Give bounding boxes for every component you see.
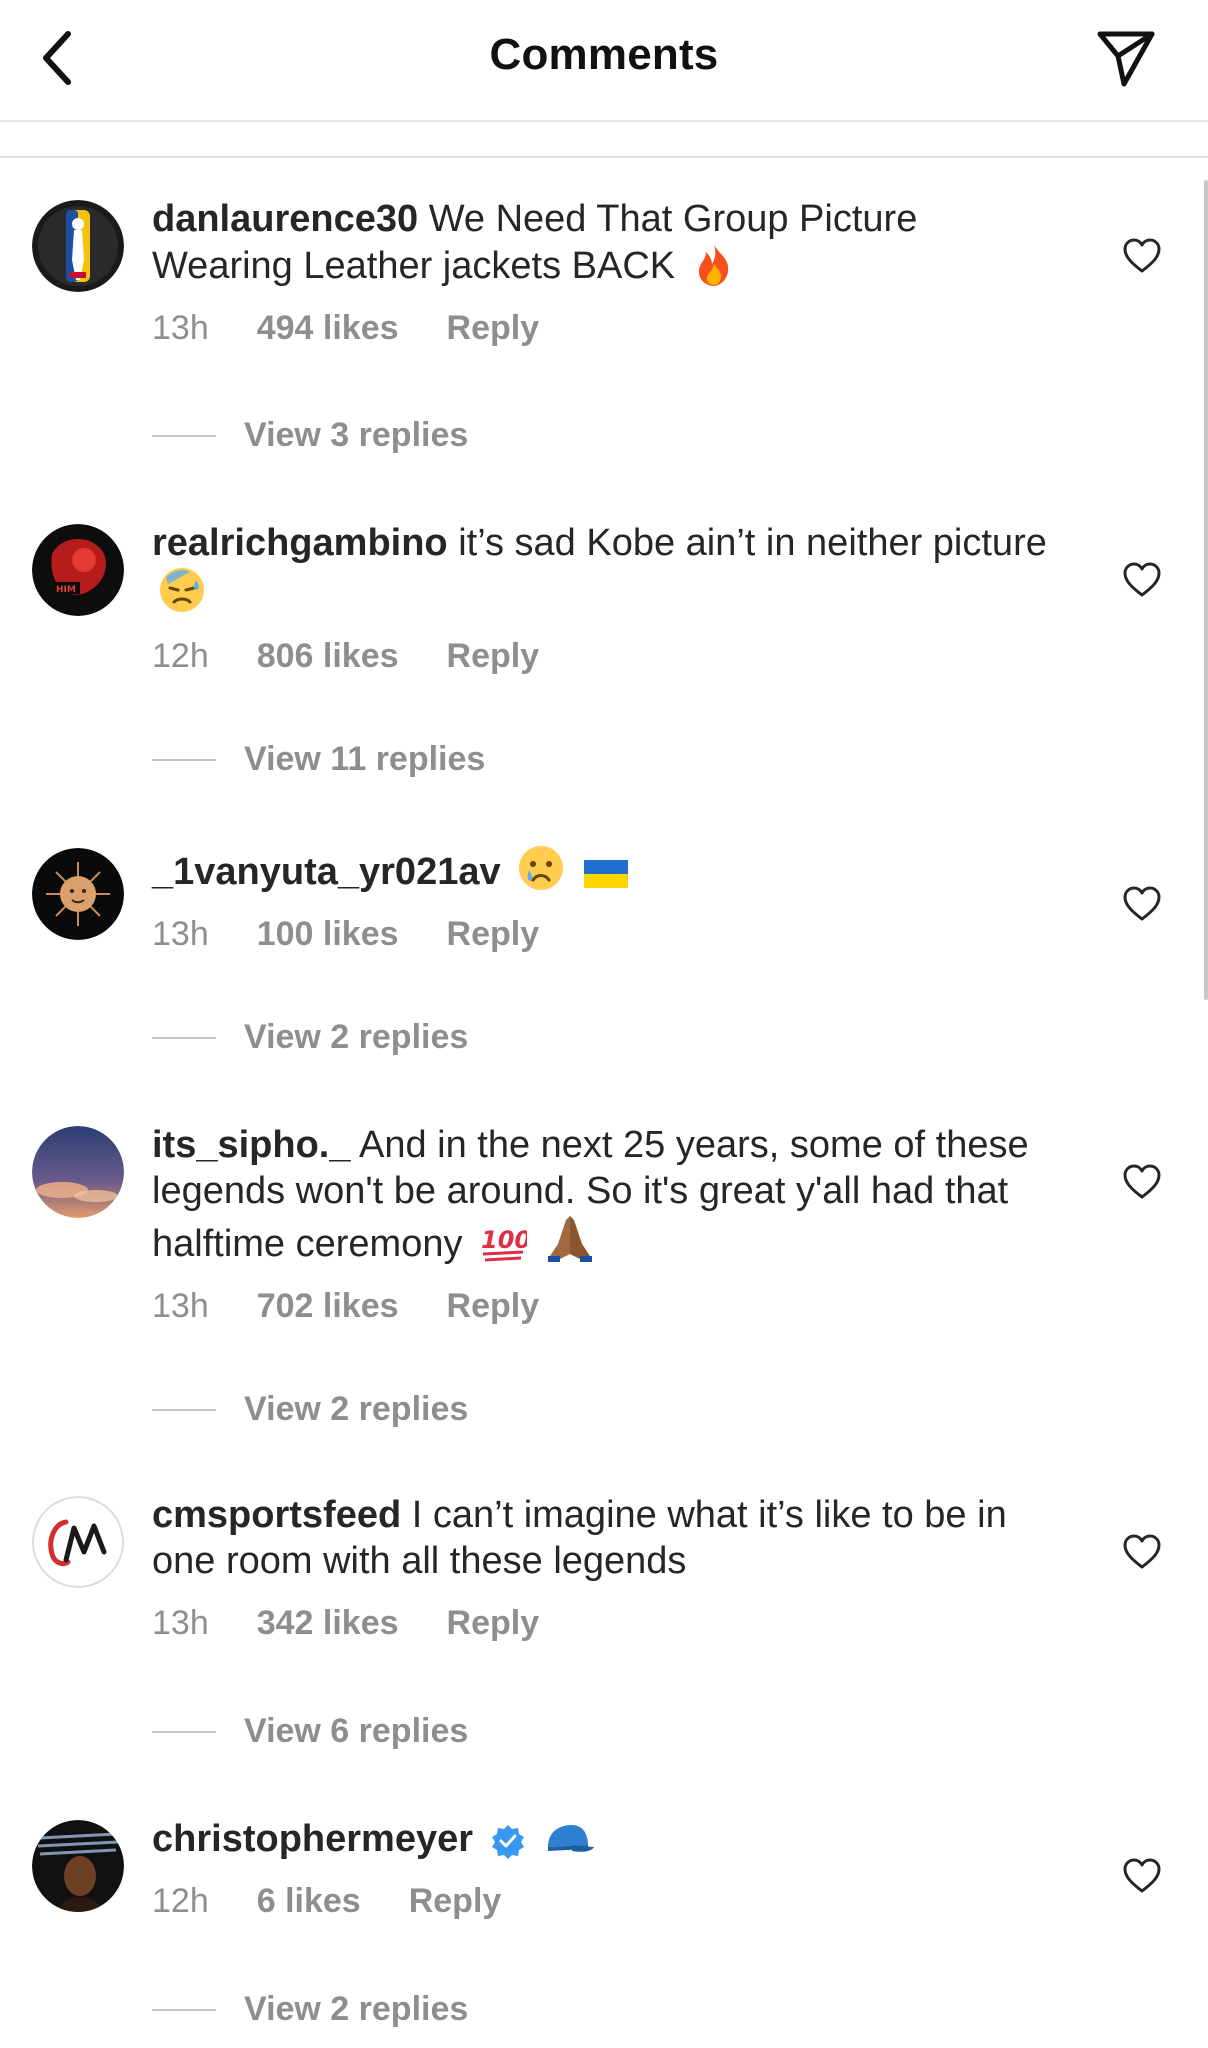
comment-time: 13h xyxy=(152,1287,209,1325)
comment-likes[interactable]: 494 likes xyxy=(257,309,399,348)
avatar[interactable]: HIM xyxy=(32,524,124,616)
comment-likes[interactable]: 342 likes xyxy=(257,1604,399,1643)
view-replies-label: View 11 replies xyxy=(244,740,486,778)
avatar[interactable] xyxy=(32,200,124,292)
svg-text:HIM: HIM xyxy=(56,585,76,595)
comment-meta: 13h 342 likes Reply xyxy=(152,1604,1062,1643)
replies-line xyxy=(152,1408,216,1411)
comment-text: realrichgambino it’s sad Kobe ain’t in n… xyxy=(152,520,1062,617)
view-replies-label: View 3 replies xyxy=(244,416,469,454)
view-replies-button[interactable]: View 3 replies xyxy=(152,416,468,455)
view-replies-button[interactable]: View 6 replies xyxy=(152,1712,468,1751)
comment-body: _1vanyuta_yr021av 13h 100 likes Reply xyxy=(152,844,1062,954)
heart-icon[interactable] xyxy=(1122,560,1162,600)
comment-text: christophermeyer xyxy=(152,1816,1062,1862)
heart-icon[interactable] xyxy=(1122,1162,1162,1202)
view-replies-label: View 6 replies xyxy=(244,1712,469,1750)
comment-username[interactable]: cmsportsfeed xyxy=(152,1494,401,1536)
replies-line xyxy=(152,1730,216,1733)
comment-username[interactable]: its_sipho._ xyxy=(152,1124,351,1166)
comment-username[interactable]: christophermeyer xyxy=(152,1818,473,1860)
replies-line xyxy=(152,434,216,437)
view-replies-label: View 2 replies xyxy=(244,1990,469,2028)
comment-text: cmsportsfeed I can’t imagine what it’s l… xyxy=(152,1492,1062,1584)
reply-button[interactable]: Reply xyxy=(447,1604,540,1643)
replies-line xyxy=(152,2008,216,2011)
replies-line xyxy=(152,758,216,761)
heart-icon[interactable] xyxy=(1122,1856,1162,1896)
hundred-points-emoji: 100 xyxy=(481,1226,527,1262)
heart-icon[interactable] xyxy=(1122,884,1162,924)
comment-likes[interactable]: 6 likes xyxy=(257,1882,361,1921)
view-replies-button[interactable]: View 2 replies xyxy=(152,1390,468,1429)
view-replies-button[interactable]: View 11 replies xyxy=(152,740,485,779)
comment-likes[interactable]: 702 likes xyxy=(257,1287,399,1326)
verified-badge-icon xyxy=(491,1825,524,1859)
comment-likes[interactable]: 100 likes xyxy=(257,915,399,954)
comment-time: 13h xyxy=(152,309,209,347)
comment-content: it’s sad Kobe ain’t in neither picture xyxy=(458,522,1047,564)
svg-text:100: 100 xyxy=(481,1226,527,1254)
heart-icon[interactable] xyxy=(1122,236,1162,276)
crying-face-emoji xyxy=(519,846,564,890)
comment-likes[interactable]: 806 likes xyxy=(257,637,399,676)
reply-button[interactable]: Reply xyxy=(447,637,540,676)
blue-cap-emoji xyxy=(548,1825,595,1852)
view-replies-label: View 2 replies xyxy=(244,1390,469,1428)
avatar[interactable] xyxy=(32,1126,124,1218)
comment-username[interactable]: _1vanyuta_yr021av xyxy=(152,851,501,893)
folded-hands-emoji xyxy=(547,1216,592,1262)
avatar[interactable] xyxy=(32,848,124,940)
section-divider xyxy=(0,156,1208,158)
comment-meta: 13h 702 likes Reply xyxy=(152,1287,1062,1326)
top-bar: Comments xyxy=(0,0,1208,120)
comment-body: realrichgambino it’s sad Kobe ain’t in n… xyxy=(152,520,1062,676)
comment-body: christophermeyer 12h 6 likes Reply xyxy=(152,1816,1062,1921)
comment-body: its_sipho._ And in the next 25 years, so… xyxy=(152,1122,1062,1326)
comment-time: 12h xyxy=(152,637,209,675)
comment-text: _1vanyuta_yr021av xyxy=(152,844,1062,895)
comment-time: 12h xyxy=(152,1882,209,1920)
comment-username[interactable]: realrichgambino xyxy=(152,522,448,564)
reply-button[interactable]: Reply xyxy=(447,1287,540,1326)
comment-meta: 13h 494 likes Reply xyxy=(152,309,1062,348)
share-button[interactable] xyxy=(1090,22,1162,94)
replies-line xyxy=(152,1036,216,1039)
comment-username[interactable]: danlaurence30 xyxy=(152,198,418,240)
view-replies-button[interactable]: View 2 replies xyxy=(152,1990,468,2029)
comment-text: danlaurence30 We Need That Group Picture… xyxy=(152,196,1062,289)
heart-icon[interactable] xyxy=(1122,1532,1162,1572)
comment-meta: 12h 6 likes Reply xyxy=(152,1882,1062,1921)
comment-time: 13h xyxy=(152,1604,209,1642)
view-replies-label: View 2 replies xyxy=(244,1018,469,1056)
reply-button[interactable]: Reply xyxy=(447,915,540,954)
paper-plane-icon xyxy=(1097,31,1155,87)
avatar[interactable] xyxy=(32,1820,124,1912)
scrollbar[interactable] xyxy=(1204,180,1208,1000)
downcast-sweat-emoji xyxy=(160,568,204,612)
comment-meta: 13h 100 likes Reply xyxy=(152,915,1062,954)
header-divider xyxy=(0,120,1208,122)
comment-body: danlaurence30 We Need That Group Picture… xyxy=(152,196,1062,348)
reply-button[interactable]: Reply xyxy=(447,309,540,348)
reply-button[interactable]: Reply xyxy=(409,1882,502,1921)
comment-body: cmsportsfeed I can’t imagine what it’s l… xyxy=(152,1492,1062,1643)
fire-emoji xyxy=(698,244,728,286)
comment-time: 13h xyxy=(152,915,209,953)
view-replies-button[interactable]: View 2 replies xyxy=(152,1018,468,1057)
comment-meta: 12h 806 likes Reply xyxy=(152,637,1062,676)
avatar[interactable] xyxy=(32,1496,124,1588)
comment-text: its_sipho._ And in the next 25 years, so… xyxy=(152,1122,1062,1267)
ukraine-flag-emoji xyxy=(583,860,628,888)
page-title: Comments xyxy=(489,30,719,79)
